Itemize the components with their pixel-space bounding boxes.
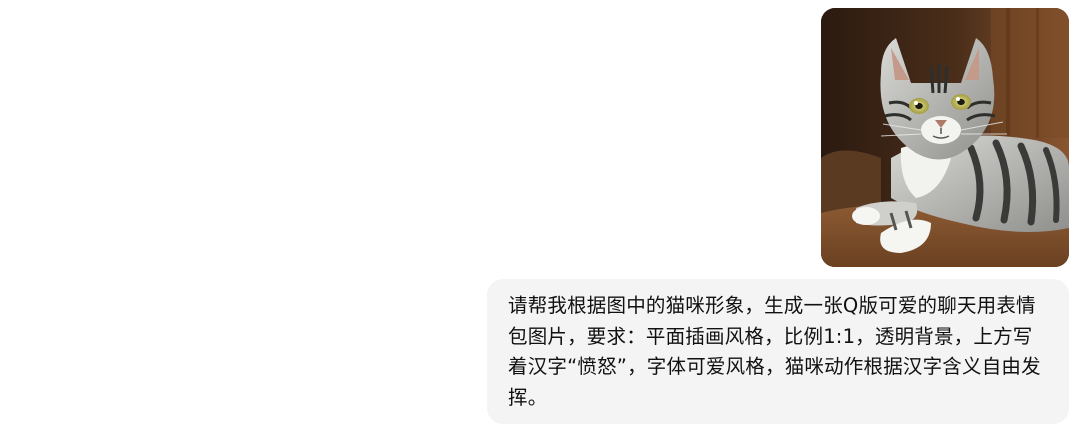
user-image-attachment[interactable] (821, 8, 1069, 267)
cat-photo-icon (821, 8, 1069, 267)
user-message-text: 请帮我根据图中的猫咪形象，生成一张Q版可爱的聊天用表情包图片，要求：平面插画风格… (508, 294, 1041, 409)
user-message-bubble: 请帮我根据图中的猫咪形象，生成一张Q版可爱的聊天用表情包图片，要求：平面插画风格… (487, 279, 1069, 424)
chat-thread: 请帮我根据图中的猫咪形象，生成一张Q版可爱的聊天用表情包图片，要求：平面插画风格… (0, 0, 1080, 437)
